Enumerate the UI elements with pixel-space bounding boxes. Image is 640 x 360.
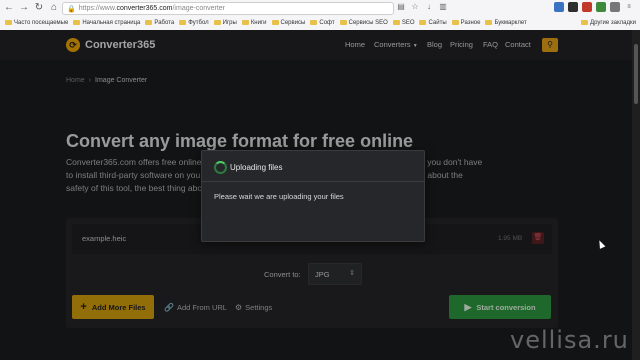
menu-icon[interactable]: ≡ (624, 2, 634, 12)
forward-icon[interactable]: → (18, 2, 30, 14)
url-path: /image-converter (172, 5, 226, 12)
extensions: ≡ (554, 2, 634, 12)
dialog-title: Uploading files (230, 163, 283, 172)
folder-icon (339, 20, 347, 25)
bookmark-item[interactable]: Сайты (419, 20, 447, 26)
library-icon[interactable]: ▥ (438, 2, 448, 12)
address-bar[interactable]: 🔒 https://www. converter365.com/image-con… (62, 2, 394, 15)
bookmark-item[interactable]: Сервисы (271, 20, 305, 26)
folder-icon (145, 20, 153, 25)
bookmark-item[interactable]: Работа (145, 20, 174, 26)
folder-icon (213, 20, 221, 25)
folder-icon (419, 20, 427, 25)
bookmark-item[interactable]: Софт (310, 20, 335, 26)
dialog-message: Please wait we are uploading your files (214, 192, 344, 201)
bookmark-item[interactable]: Часто посещаемые (5, 20, 68, 26)
url-scheme: https://www. (78, 5, 117, 12)
web-page: ⟳ Converter365 Home Converters ▼ Blog Pr… (0, 30, 632, 360)
folder-icon (241, 20, 249, 25)
loading-spinner-icon (214, 161, 227, 174)
scrollbar-thumb[interactable] (634, 44, 638, 104)
folder-icon (179, 20, 187, 25)
back-icon[interactable]: ← (3, 2, 15, 14)
bookmark-item[interactable]: Книги (241, 20, 267, 26)
bookmark-item[interactable]: Футбол (179, 20, 209, 26)
folder-icon (271, 20, 279, 25)
bookmark-star-icon[interactable]: ☆ (410, 2, 420, 12)
folder-icon (451, 20, 459, 25)
home-icon[interactable]: ⌂ (48, 2, 60, 14)
page-scrollbar[interactable] (632, 30, 640, 360)
url-host: converter365.com (116, 5, 173, 12)
browser-chrome: ← → ↻ ⌂ 🔒 https://www. converter365.com/i… (0, 0, 640, 31)
reload-icon[interactable]: ↻ (33, 2, 45, 14)
lock-icon: 🔒 (67, 5, 76, 13)
folder-icon (5, 20, 12, 25)
address-actions: ▤ ☆ ↓ ▥ (396, 2, 448, 12)
bookmarks-bar: Часто посещаемые Начальная страница Рабо… (0, 16, 640, 29)
extension-icon[interactable] (568, 2, 578, 12)
dialog-header: Uploading files (202, 151, 424, 182)
watermark: vellisa.ru (510, 326, 629, 354)
bookmark-item[interactable]: Букмарклет (485, 20, 527, 26)
bookmark-item[interactable]: Начальная страница (73, 20, 140, 26)
folder-icon (581, 20, 589, 25)
bookmark-item[interactable]: SEO (392, 20, 414, 26)
extension-icon[interactable] (596, 2, 606, 12)
extension-icon[interactable] (610, 2, 620, 12)
folder-icon (73, 20, 81, 25)
bookmark-item[interactable]: Игры (213, 20, 237, 26)
folder-icon (310, 20, 318, 25)
bookmark-item[interactable]: Сервисы SEO (339, 20, 388, 26)
upload-dialog: Uploading files Please wait we are uploa… (201, 150, 425, 242)
folder-icon (392, 20, 400, 25)
folder-icon (485, 20, 493, 25)
extension-icon[interactable] (554, 2, 564, 12)
reader-icon[interactable]: ▤ (396, 2, 406, 12)
extension-icon[interactable] (582, 2, 592, 12)
downloads-icon[interactable]: ↓ (424, 2, 434, 12)
other-bookmarks[interactable]: Другие закладки (581, 16, 636, 29)
bookmark-item[interactable]: Разное (451, 20, 480, 26)
